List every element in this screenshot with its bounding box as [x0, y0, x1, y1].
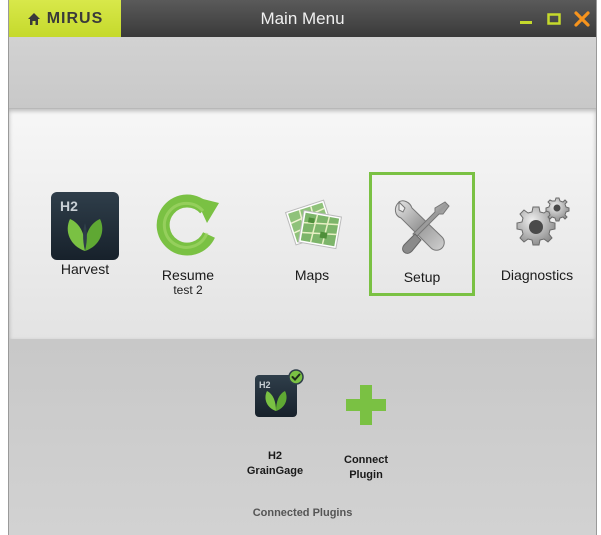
title-bar[interactable]: MIRUS Main Menu [9, 0, 596, 37]
menu-item-resume[interactable]: Resume test 2 [136, 187, 240, 309]
svg-text:H2: H2 [259, 380, 271, 390]
plugin-label-line2: Plugin [349, 469, 383, 481]
plugin-label-line1: H2 [267, 450, 283, 462]
maximize-icon [547, 12, 561, 25]
home-icon [27, 12, 40, 25]
close-button[interactable] [574, 10, 590, 27]
brand-home-button[interactable]: MIRUS [9, 0, 121, 37]
maps-icon [284, 199, 343, 250]
close-icon [574, 10, 590, 27]
menu-item-label: Resume [161, 267, 215, 283]
svg-text:H2: H2 [60, 198, 78, 214]
plugin-label-line1: Connect [344, 454, 388, 466]
wrench-screwdriver-icon [394, 200, 450, 254]
window-controls [518, 0, 590, 37]
menu-item-diagnostics[interactable]: Diagnostics [487, 187, 587, 309]
gears-icon [516, 197, 570, 246]
top-spacer [9, 37, 596, 109]
main-menu-band: H2 Harvest Resume test 2 Maps Setup Diag… [9, 109, 596, 339]
refresh-arrow-icon [156, 194, 219, 256]
menu-item-label: Harvest [60, 261, 110, 277]
plugins-area: H2 H2 GrainGage Connect Plugin Connected… [9, 339, 596, 535]
plugin-connect[interactable]: Connect Plugin [326, 383, 406, 483]
menu-item-label: Diagnostics [500, 267, 574, 283]
h2-graingage-icon: H2 [255, 369, 304, 417]
menu-item-label: Maps [294, 267, 330, 283]
app-window: MIRUS Main Menu H2 Harvest Resume test 2… [8, 0, 597, 535]
menu-item-sublabel: test 2 [173, 283, 203, 297]
maximize-button[interactable] [546, 11, 562, 27]
connected-plugins-label: Connected Plugins [252, 507, 353, 519]
minimize-button[interactable] [518, 11, 534, 27]
plus-icon [346, 385, 386, 425]
plugin-label-line2: GrainGage [246, 465, 304, 477]
menu-item-setup[interactable]: Setup [369, 172, 475, 296]
brand-label: MIRUS [46, 9, 104, 27]
menu-item-harvest[interactable]: H2 Harvest [33, 185, 137, 285]
minimize-icon [520, 20, 532, 24]
menu-item-maps[interactable]: Maps [260, 187, 364, 309]
plugin-h2-graingage[interactable]: H2 H2 GrainGage [235, 369, 315, 479]
h2-harvest-icon: H2 [51, 192, 119, 260]
menu-item-label: Setup [403, 269, 441, 285]
